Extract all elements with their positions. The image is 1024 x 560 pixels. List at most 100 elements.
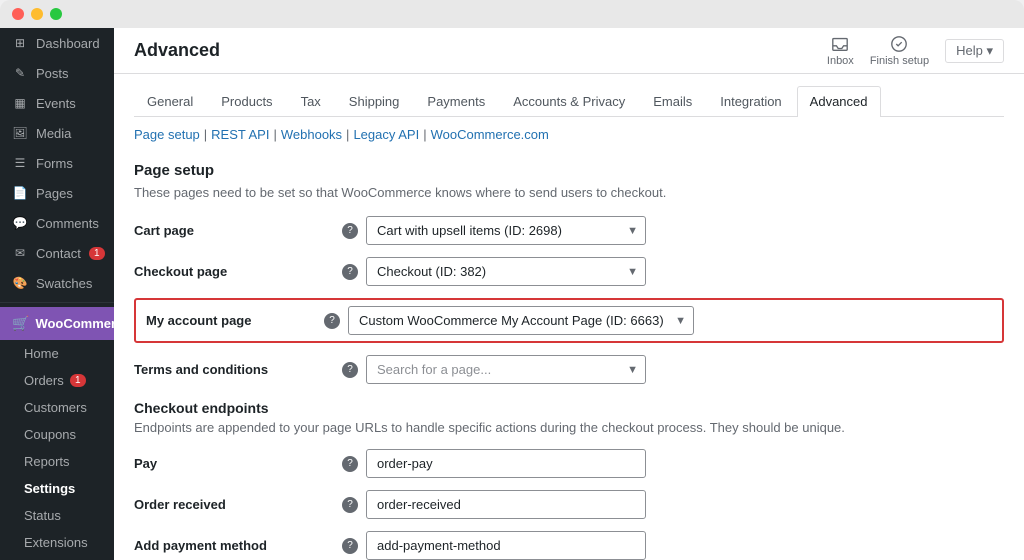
app-body: ⊞ Dashboard ✎ Posts ▦ Events 🖼 Media ☰ F…	[0, 28, 1024, 560]
pay-input[interactable]: order-pay	[366, 449, 646, 478]
terms-conditions-row: Terms and conditions ? Search for a page…	[134, 355, 1004, 384]
tab-accounts-privacy[interactable]: Accounts & Privacy	[500, 86, 638, 116]
checkout-endpoints-title: Checkout endpoints	[134, 400, 1004, 416]
sidebar: ⊞ Dashboard ✎ Posts ▦ Events 🖼 Media ☰ F…	[0, 28, 114, 560]
sidebar-item-posts[interactable]: ✎ Posts	[0, 58, 114, 88]
cart-page-select[interactable]: Cart with upsell items (ID: 2698)	[366, 216, 646, 245]
tab-general[interactable]: General	[134, 86, 206, 116]
sidebar-item-label: Media	[36, 126, 71, 141]
events-icon: ▦	[12, 95, 28, 111]
terms-conditions-select[interactable]: Search for a page...	[366, 355, 646, 384]
sidebar-item-media[interactable]: 🖼 Media	[0, 118, 114, 148]
breadcrumb-legacy-api[interactable]: Legacy API	[353, 127, 419, 142]
inbox-icon	[831, 35, 849, 53]
finish-setup-button[interactable]: Finish setup	[870, 35, 929, 67]
cart-page-row: Cart page ? Cart with upsell items (ID: …	[134, 216, 1004, 245]
sidebar-item-extensions[interactable]: Extensions	[0, 529, 114, 556]
page-setup-desc: These pages need to be set so that WooCo…	[134, 185, 1004, 200]
woo-icon: 🛒	[12, 315, 29, 332]
order-received-help[interactable]: ?	[342, 497, 358, 513]
sidebar-item-orders[interactable]: Orders 1	[0, 367, 114, 394]
close-button[interactable]	[12, 8, 24, 20]
add-payment-method-row: Add payment method ? add-payment-method	[134, 531, 1004, 560]
contact-badge: 1	[89, 247, 105, 260]
checkout-page-select-wrap: Checkout (ID: 382) ▼	[366, 257, 646, 286]
sidebar-item-pages[interactable]: 📄 Pages	[0, 178, 114, 208]
sidebar-item-label: Contact	[36, 246, 81, 261]
sidebar-item-events[interactable]: ▦ Events	[0, 88, 114, 118]
page-setup-title: Page setup	[134, 162, 1004, 179]
terms-conditions-help[interactable]: ?	[342, 362, 358, 378]
cart-page-select-wrap: Cart with upsell items (ID: 2698) ▼	[366, 216, 646, 245]
my-account-page-help[interactable]: ?	[324, 313, 340, 329]
inbox-button[interactable]: Inbox	[827, 35, 854, 67]
my-account-page-select-wrap: Custom WooCommerce My Account Page (ID: …	[348, 306, 694, 335]
sidebar-item-home[interactable]: Home	[0, 340, 114, 367]
my-account-page-label: My account page	[146, 313, 316, 328]
page-title: Advanced	[134, 40, 220, 61]
tab-integration[interactable]: Integration	[707, 86, 794, 116]
tab-products[interactable]: Products	[208, 86, 285, 116]
top-bar: Advanced Inbox Finish setup	[114, 28, 1024, 74]
media-icon: 🖼	[12, 125, 28, 141]
breadcrumb-page-setup[interactable]: Page setup	[134, 127, 200, 142]
woo-submenu: Home Orders 1 Customers Coupons Reports …	[0, 340, 114, 556]
main-content: Advanced Inbox Finish setup	[114, 28, 1024, 560]
breadcrumb: Page setup | REST API | Webhooks | Legac…	[134, 117, 1004, 148]
swatches-icon: 🎨	[12, 275, 28, 291]
sidebar-item-status[interactable]: Status	[0, 502, 114, 529]
order-received-input[interactable]: order-received	[366, 490, 646, 519]
sidebar-item-dashboard[interactable]: ⊞ Dashboard	[0, 28, 114, 58]
tab-shipping[interactable]: Shipping	[336, 86, 413, 116]
tab-payments[interactable]: Payments	[414, 86, 498, 116]
terms-conditions-label: Terms and conditions	[134, 362, 334, 377]
tab-advanced[interactable]: Advanced	[797, 86, 881, 117]
sidebar-item-label: Forms	[36, 156, 73, 171]
sidebar-item-settings[interactable]: Settings	[0, 475, 114, 502]
checkout-page-select[interactable]: Checkout (ID: 382)	[366, 257, 646, 286]
sidebar-item-forms[interactable]: ☰ Forms	[0, 148, 114, 178]
breadcrumb-woocommerce-com[interactable]: WooCommerce.com	[431, 127, 549, 142]
add-payment-method-input[interactable]: add-payment-method	[366, 531, 646, 560]
title-bar	[0, 0, 1024, 28]
tab-emails[interactable]: Emails	[640, 86, 705, 116]
maximize-button[interactable]	[50, 8, 62, 20]
cart-page-help[interactable]: ?	[342, 223, 358, 239]
tab-tax[interactable]: Tax	[288, 86, 334, 116]
content-area: General Products Tax Shipping Payments A…	[114, 74, 1024, 560]
order-received-label: Order received	[134, 497, 334, 512]
dashboard-icon: ⊞	[12, 35, 28, 51]
checkout-page-help[interactable]: ?	[342, 264, 358, 280]
settings-tabs: General Products Tax Shipping Payments A…	[134, 74, 1004, 117]
order-received-row: Order received ? order-received	[134, 490, 1004, 519]
terms-conditions-select-wrap: Search for a page... ▼	[366, 355, 646, 384]
sidebar-item-label: Pages	[36, 186, 73, 201]
sidebar-item-contact[interactable]: ✉ Contact 1	[0, 238, 114, 268]
breadcrumb-rest-api[interactable]: REST API	[211, 127, 269, 142]
pages-icon: 📄	[12, 185, 28, 201]
minimize-button[interactable]	[31, 8, 43, 20]
contact-icon: ✉	[12, 245, 28, 261]
my-account-page-select[interactable]: Custom WooCommerce My Account Page (ID: …	[348, 306, 694, 335]
finish-setup-icon	[890, 35, 908, 53]
pay-help[interactable]: ?	[342, 456, 358, 472]
sidebar-item-woocommerce[interactable]: 🛒 WooCommerce	[0, 307, 114, 340]
sidebar-item-swatches[interactable]: 🎨 Swatches	[0, 268, 114, 298]
sidebar-item-comments[interactable]: 💬 Comments	[0, 208, 114, 238]
sidebar-item-label: Events	[36, 96, 76, 111]
breadcrumb-webhooks[interactable]: Webhooks	[281, 127, 342, 142]
pay-row: Pay ? order-pay	[134, 449, 1004, 478]
comments-icon: 💬	[12, 215, 28, 231]
add-payment-method-help[interactable]: ?	[342, 538, 358, 554]
checkout-endpoints-desc: Endpoints are appended to your page URLs…	[134, 420, 1004, 435]
my-account-page-row: My account page ? Custom WooCommerce My …	[134, 298, 1004, 343]
sidebar-item-label: Comments	[36, 216, 99, 231]
sidebar-item-reports[interactable]: Reports	[0, 448, 114, 475]
sidebar-item-coupons[interactable]: Coupons	[0, 421, 114, 448]
checkout-page-row: Checkout page ? Checkout (ID: 382) ▼	[134, 257, 1004, 286]
pay-label: Pay	[134, 456, 334, 471]
help-button[interactable]: Help ▾	[945, 39, 1004, 63]
sidebar-item-label: Dashboard	[36, 36, 100, 51]
sidebar-item-customers[interactable]: Customers	[0, 394, 114, 421]
add-payment-method-label: Add payment method	[134, 538, 334, 553]
